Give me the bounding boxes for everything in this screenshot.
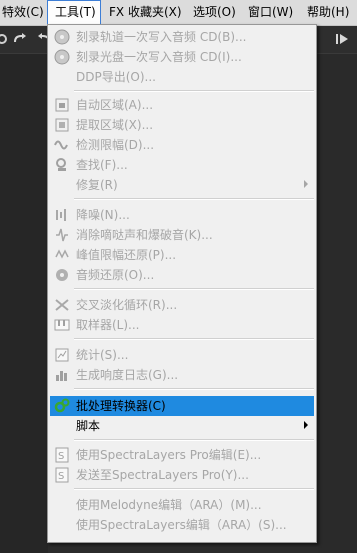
menu-item-script[interactable]: 脚本 <box>50 416 314 436</box>
menu-item-label: 峰值限幅还原(P)... <box>76 248 177 262</box>
cd-burn-disc-icon <box>54 49 70 65</box>
loudness-log-icon <box>56 371 67 381</box>
menu-window[interactable]: 窗口(W) <box>248 0 293 25</box>
cd-burn-track-icon <box>54 29 70 45</box>
menu-item-label: 修复(R) <box>76 178 118 192</box>
menu-item-edit-melodyne-ara[interactable]: 使用Melodyne编辑（ARA）(M)... <box>50 495 314 515</box>
menu-item-burn-disc-cd[interactable]: 刻录光盘一次写入音频 CD(I)... <box>50 47 314 67</box>
menu-item-label: DDP导出(O)... <box>76 70 156 84</box>
menu-item-label: 取样器(L)... <box>76 318 140 332</box>
menu-fx-favorites[interactable]: FX 收藏夹(X) <box>109 0 182 25</box>
menu-item-label: 交叉淡化循环(R)... <box>76 298 178 312</box>
menu-separator <box>74 90 314 92</box>
spectralayers-edit-icon: S <box>55 447 69 463</box>
detect-clipping-icon <box>54 140 68 150</box>
extract-regions-icon <box>55 118 69 132</box>
batch-converter-icon <box>54 398 70 413</box>
play-to-end-icon[interactable] <box>334 31 350 47</box>
menu-item-detect-clipping[interactable]: 检测限幅(D)... <box>50 135 314 155</box>
menu-item-burn-track-cd[interactable]: 刻录轨道一次写入音频 CD(B)... <box>50 27 314 47</box>
menu-item-find[interactable]: 查找(F)... <box>50 155 314 175</box>
spectralayers-send-icon: S <box>55 467 69 483</box>
menu-item-loudness-log[interactable]: 生成响度日志(G)... <box>50 365 314 385</box>
menu-item-label: 刻录光盘一次写入音频 CD(I)... <box>76 50 242 64</box>
menu-item-label: 生成响度日志(G)... <box>76 368 179 382</box>
menu-separator <box>74 288 314 290</box>
menu-item-label: 使用Melodyne编辑（ARA）(M)... <box>76 498 262 512</box>
menu-tools[interactable]: 工具(T) <box>47 0 101 25</box>
submenu-arrow-icon <box>304 421 308 429</box>
menu-item-label: 消除嘀哒声和爆破音(K)... <box>76 228 213 242</box>
auto-region-icon <box>55 98 69 112</box>
click-pop-removal-icon <box>56 228 68 242</box>
menu-item-label: 发送至SpectraLayers Pro(Y)... <box>76 468 249 482</box>
menu-item-statistics[interactable]: 统计(S)... <box>50 345 314 365</box>
menu-item-label: 音频还原(O)... <box>76 268 155 282</box>
menu-separator <box>74 439 314 441</box>
menu-item-label: 刻录轨道一次写入音频 CD(B)... <box>76 30 247 44</box>
menu-item-batch-converter[interactable]: 批处理转换器(C) <box>50 396 314 416</box>
left-panel <box>0 54 48 553</box>
menu-effects[interactable]: 特效(C) <box>2 0 44 25</box>
menu-item-label: 脚本 <box>76 419 101 433</box>
sampler-icon <box>54 319 70 331</box>
audio-restoration-icon <box>56 269 68 281</box>
clipping-restoration-icon <box>55 249 69 259</box>
menu-help[interactable]: 帮助(H) <box>307 0 349 25</box>
menu-item-label: 查找(F)... <box>76 158 128 172</box>
menu-item-label: 提取区域(X)... <box>76 118 154 132</box>
menu-separator <box>74 388 314 390</box>
crossfade-loop-icon <box>55 299 69 311</box>
noise-reduction-icon <box>56 209 66 221</box>
tools-menu-dropdown: 刻录轨道一次写入音频 CD(B)... 刻录光盘一次写入音频 CD(I)... … <box>47 24 317 543</box>
menu-item-edit-spectralayers-ara[interactable]: 使用SpectraLayers编辑（ARA）(S)... <box>50 515 314 535</box>
menu-item-extract-regions[interactable]: 提取区域(X)... <box>50 115 314 135</box>
menu-item-audio-restoration[interactable]: 音频还原(O)... <box>50 265 314 285</box>
partial-toolbar-icon[interactable] <box>0 31 12 47</box>
menu-options[interactable]: 选项(O) <box>193 0 236 25</box>
menu-item-send-spectralayers-pro[interactable]: S 发送至SpectraLayers Pro(Y)... <box>50 465 314 485</box>
right-panel <box>318 54 357 553</box>
redo-icon[interactable] <box>12 31 28 47</box>
menu-item-auto-region[interactable]: 自动区域(A)... <box>50 95 314 115</box>
menu-item-label: 使用SpectraLayers Pro编辑(E)... <box>76 448 262 462</box>
statistics-icon <box>55 348 69 362</box>
menu-separator <box>74 338 314 340</box>
menu-item-repair[interactable]: 修复(R) <box>50 175 314 195</box>
menu-separator <box>74 488 314 490</box>
menu-item-ddp-export[interactable]: DDP导出(O)... <box>50 67 314 87</box>
menu-separator <box>74 198 314 200</box>
menu-item-label: 降噪(N)... <box>76 208 130 222</box>
menu-bar: 特效(C) 工具(T) FX 收藏夹(X) 选项(O) 窗口(W) 帮助(H) <box>0 0 357 26</box>
menu-item-edit-spectralayers-pro[interactable]: S 使用SpectraLayers Pro编辑(E)... <box>50 445 314 465</box>
menu-item-label: 使用SpectraLayers编辑（ARA）(S)... <box>76 518 287 532</box>
menu-item-sampler[interactable]: 取样器(L)... <box>50 315 314 335</box>
menu-item-noise-reduction[interactable]: 降噪(N)... <box>50 205 314 225</box>
svg-text:S: S <box>58 451 64 462</box>
menu-item-click-pop-removal[interactable]: 消除嘀哒声和爆破音(K)... <box>50 225 314 245</box>
menu-item-label: 统计(S)... <box>76 348 129 362</box>
submenu-arrow-icon <box>304 180 308 188</box>
menu-item-label: 批处理转换器(C) <box>76 399 166 413</box>
find-icon <box>56 158 66 171</box>
menu-item-clipping-restoration[interactable]: 峰值限幅还原(P)... <box>50 245 314 265</box>
menu-item-crossfade-loop[interactable]: 交叉淡化循环(R)... <box>50 295 314 315</box>
svg-text:S: S <box>58 471 64 482</box>
menu-item-label: 自动区域(A)... <box>76 98 154 112</box>
menu-item-label: 检测限幅(D)... <box>76 138 155 152</box>
